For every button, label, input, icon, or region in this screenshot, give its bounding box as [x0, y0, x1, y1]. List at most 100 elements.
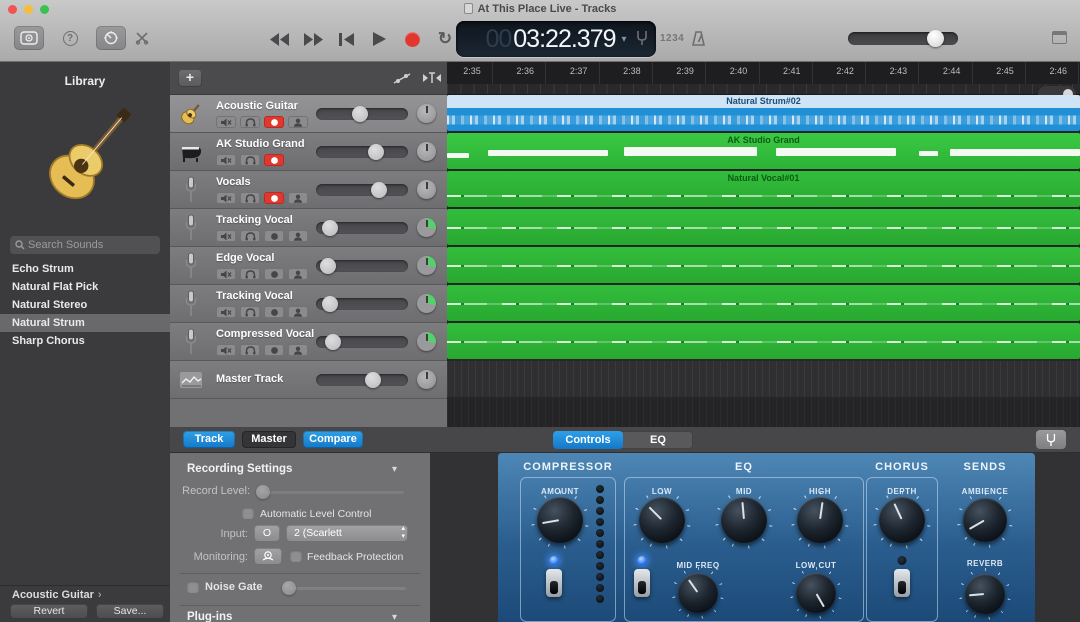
noise-gate-knob[interactable]	[282, 581, 296, 595]
pan-knob[interactable]	[417, 332, 436, 351]
track-header[interactable]: Tracking Vocal	[170, 285, 447, 323]
volume-slider[interactable]	[316, 184, 408, 196]
volume-knob[interactable]	[322, 296, 338, 312]
mute-button[interactable]	[216, 344, 236, 356]
tab-master[interactable]: Master	[242, 431, 296, 448]
solo-headphones-button[interactable]	[240, 192, 260, 204]
track-header[interactable]: Compressed Vocal	[170, 323, 447, 361]
timeline-row[interactable]: AK Studio Grand	[447, 133, 1080, 171]
record-level-slider[interactable]	[262, 491, 404, 494]
solo-headphones-button[interactable]	[240, 268, 260, 280]
tab-track[interactable]: Track	[183, 431, 235, 448]
beat-ruler[interactable]	[447, 84, 1080, 95]
mute-button[interactable]	[216, 154, 236, 166]
volume-slider[interactable]	[316, 222, 408, 234]
editors-button[interactable]	[128, 26, 156, 50]
low-cut-knob[interactable]	[796, 573, 836, 613]
record-enable-button[interactable]	[264, 154, 284, 166]
power-switch[interactable]	[546, 569, 562, 597]
master-volume-slider[interactable]	[848, 32, 958, 45]
tab-controls[interactable]: Controls	[553, 431, 623, 449]
volume-knob[interactable]	[322, 220, 338, 236]
volume-slider[interactable]	[316, 108, 408, 120]
noise-gate-checkbox[interactable]	[187, 581, 199, 593]
metronome-button[interactable]	[684, 26, 712, 50]
patch-list-item[interactable]: Natural Flat Pick	[0, 278, 170, 296]
power-switch[interactable]	[634, 569, 650, 597]
input-monitor-button[interactable]	[288, 344, 308, 356]
depth-knob[interactable]	[879, 497, 925, 543]
record-enable-button[interactable]	[264, 192, 284, 204]
display-panel-button[interactable]	[1052, 31, 1067, 44]
feedback-protection-checkbox[interactable]	[290, 550, 302, 562]
chevron-down-icon[interactable]: ▾	[392, 612, 397, 622]
add-track-button[interactable]: +	[178, 69, 202, 87]
play-button[interactable]	[369, 30, 389, 48]
auto-level-checkbox[interactable]	[242, 507, 254, 519]
solo-headphones-button[interactable]	[240, 230, 260, 242]
track-header[interactable]: Tracking Vocal	[170, 209, 447, 247]
timeline-empty-area[interactable]	[447, 399, 1080, 427]
mute-button[interactable]	[216, 192, 236, 204]
revert-button[interactable]: Revert	[10, 604, 88, 619]
tuner-button[interactable]	[628, 26, 656, 50]
midi-region[interactable]: AK Studio Grand	[447, 133, 1080, 169]
tab-compare[interactable]: Compare	[303, 431, 363, 448]
lcd-chevron-icon[interactable]: ▾	[622, 34, 627, 45]
input-format-button[interactable]: O	[254, 525, 280, 542]
search-sounds-field[interactable]	[10, 236, 160, 254]
save-button[interactable]: Save...	[96, 604, 164, 619]
patch-list-item[interactable]: Echo Strum	[0, 260, 170, 278]
track-header[interactable]: Master Track	[170, 361, 447, 399]
record-enable-button[interactable]	[264, 306, 284, 318]
go-to-beginning-button[interactable]	[336, 30, 356, 48]
volume-knob[interactable]	[368, 144, 384, 160]
master-volume-knob[interactable]	[927, 30, 944, 47]
volume-knob[interactable]	[325, 334, 341, 350]
mid-knob[interactable]	[721, 497, 767, 543]
low-knob[interactable]	[639, 497, 685, 543]
record-enable-button[interactable]	[264, 268, 284, 280]
volume-slider[interactable]	[316, 260, 408, 272]
input-monitor-button[interactable]	[288, 192, 308, 204]
timeline-row[interactable]	[447, 285, 1080, 323]
volume-knob[interactable]	[365, 372, 381, 388]
solo-headphones-button[interactable]	[240, 116, 260, 128]
pan-knob[interactable]	[417, 370, 436, 389]
track-header[interactable]: Vocals	[170, 171, 447, 209]
automation-button[interactable]	[392, 70, 412, 91]
pan-knob[interactable]	[417, 142, 436, 161]
input-source-dropdown[interactable]: 2 (Scarlett ▴▾	[286, 525, 408, 542]
patch-list-item[interactable]: Natural Stereo	[0, 296, 170, 314]
solo-headphones-button[interactable]	[240, 306, 260, 318]
audio-region-blue[interactable]: Natural Strum#02	[447, 95, 1080, 131]
track-header[interactable]: Acoustic Guitar	[170, 95, 447, 133]
catch-playhead-button[interactable]	[422, 70, 442, 91]
lcd-time-display[interactable]: 00 03:22.379 ▾	[456, 21, 656, 57]
record-button[interactable]	[402, 30, 422, 48]
mute-button[interactable]	[216, 230, 236, 242]
pan-knob[interactable]	[417, 104, 436, 123]
high-knob[interactable]	[797, 497, 843, 543]
mute-button[interactable]	[216, 116, 236, 128]
record-enable-button[interactable]	[264, 344, 284, 356]
timeline-row[interactable]	[447, 323, 1080, 361]
sound-library-button[interactable]	[14, 26, 44, 50]
patch-list-item[interactable]: Sharp Chorus	[0, 332, 170, 350]
timeline-row[interactable]	[447, 209, 1080, 247]
pan-knob[interactable]	[417, 218, 436, 237]
rewind-button[interactable]	[270, 30, 290, 48]
power-switch[interactable]	[894, 569, 910, 597]
record-enable-button[interactable]	[264, 116, 284, 128]
amount-knob[interactable]	[537, 497, 583, 543]
monitoring-button[interactable]	[254, 548, 282, 565]
count-in-button[interactable]: 1234	[660, 33, 684, 44]
record-enable-button[interactable]	[264, 230, 284, 242]
volume-slider[interactable]	[316, 374, 408, 386]
timeline-row[interactable]: Natural Strum#02	[447, 95, 1080, 133]
master-track-lane[interactable]	[447, 361, 1080, 397]
chevron-down-icon[interactable]: ▾	[392, 464, 397, 475]
fast-forward-button[interactable]	[303, 30, 323, 48]
record-level-knob[interactable]	[256, 485, 270, 499]
volume-slider[interactable]	[316, 336, 408, 348]
